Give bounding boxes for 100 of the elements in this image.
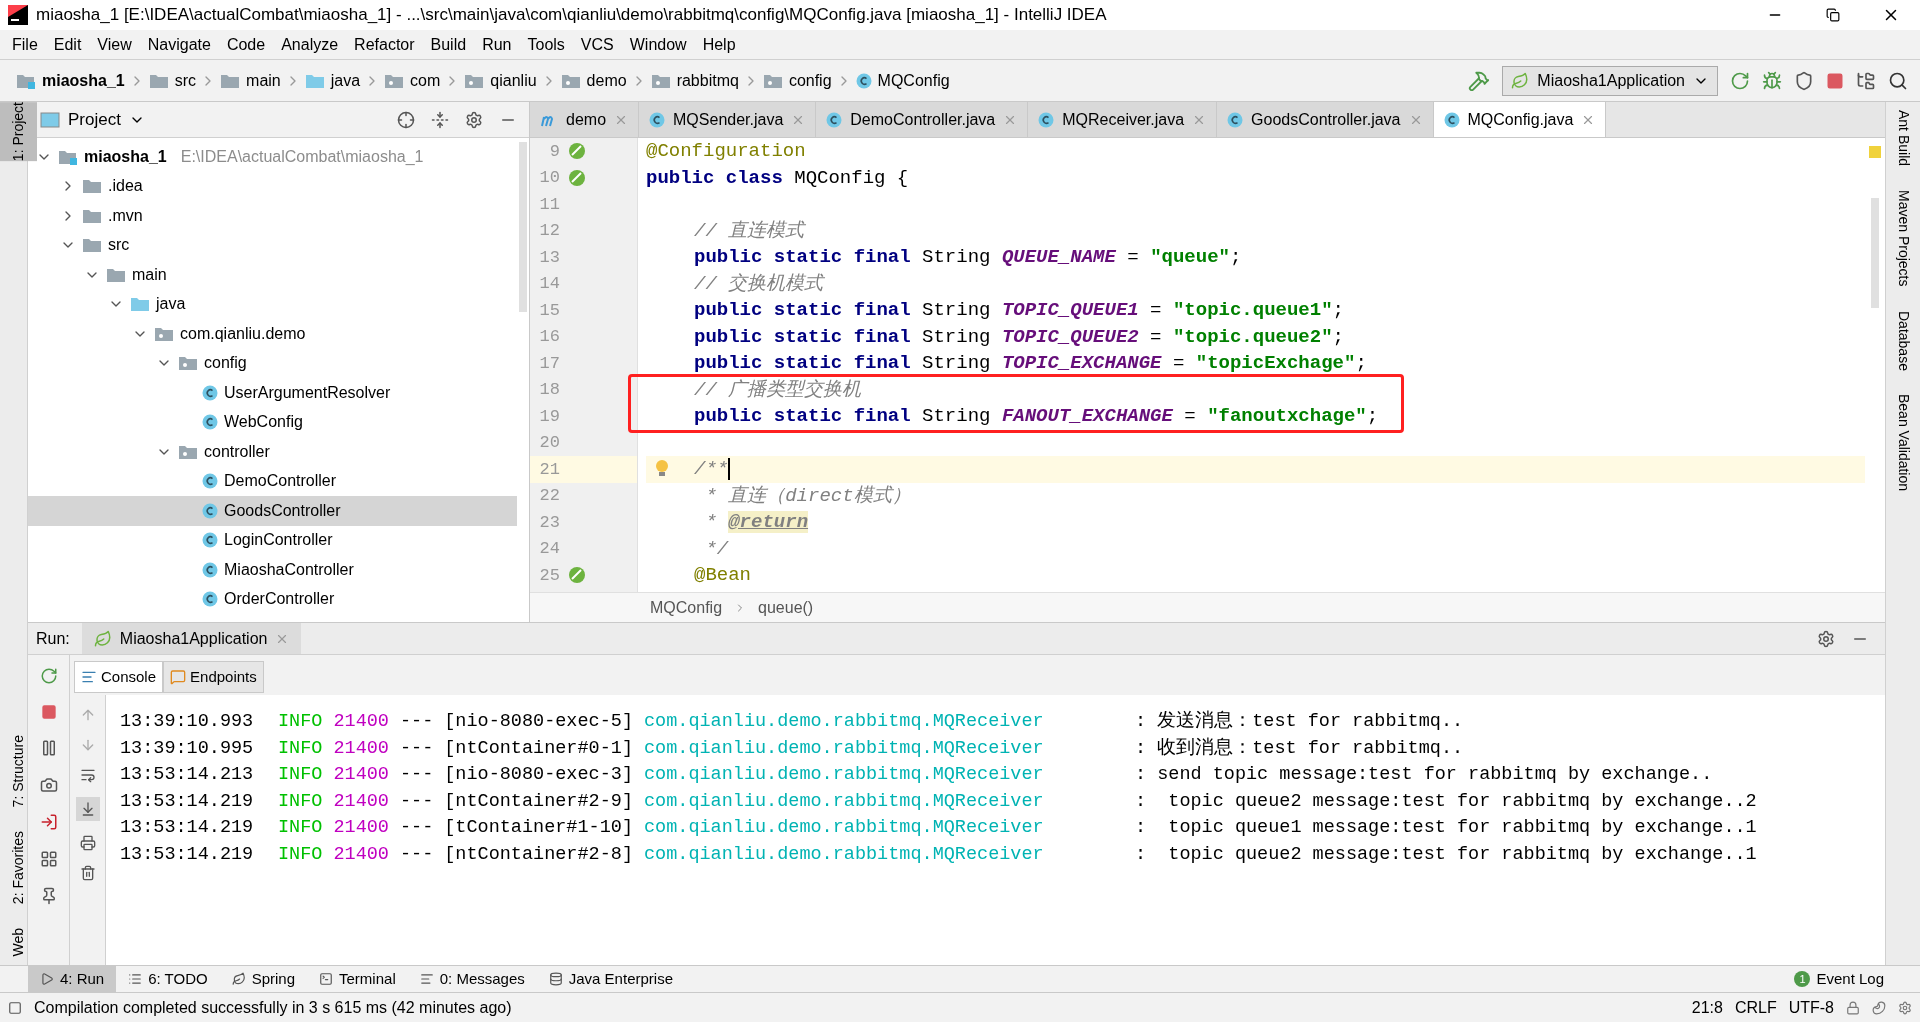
caret-position[interactable]: 21:8 xyxy=(1691,995,1723,1020)
tree-item[interactable]: LoginController xyxy=(28,525,517,555)
warning-marker[interactable] xyxy=(1869,146,1881,158)
settings-icon[interactable] xyxy=(1817,629,1835,648)
menu-item[interactable]: Run xyxy=(474,32,520,57)
breadcrumb-item[interactable]: qianliu xyxy=(460,68,541,93)
tool-window-tab[interactable]: Ant Build xyxy=(1884,110,1920,167)
tool-window-tab[interactable]: Web xyxy=(0,928,27,957)
tool-window-tab[interactable]: 7: Structure xyxy=(0,734,27,808)
print-icon[interactable] xyxy=(79,835,96,851)
menu-item[interactable]: Window xyxy=(621,32,695,57)
restore-icon[interactable] xyxy=(1826,8,1840,22)
tool-window-button[interactable]: 4: Run xyxy=(28,966,117,992)
menu-item[interactable]: Refactor xyxy=(346,32,423,57)
project-structure-icon[interactable] xyxy=(1856,70,1876,91)
line-separator[interactable]: CRLF xyxy=(1734,995,1777,1020)
scrollbar[interactable] xyxy=(519,142,527,312)
console-tab[interactable]: Endpoints xyxy=(163,661,264,693)
tree-item[interactable]: config xyxy=(28,348,517,378)
tree-item[interactable]: DemoController xyxy=(28,466,517,496)
layout-icon[interactable] xyxy=(39,850,58,868)
soft-wrap-icon[interactable] xyxy=(79,767,96,783)
menu-item[interactable]: VCS xyxy=(572,32,622,57)
tree-item[interactable]: WebConfig xyxy=(28,407,517,437)
tree-item[interactable]: java xyxy=(28,289,517,319)
exit-icon[interactable] xyxy=(39,813,58,831)
tool-window-button[interactable]: Terminal xyxy=(307,966,408,992)
editor-tab[interactable]: GoodsController.java xyxy=(1217,102,1434,137)
lock-icon[interactable] xyxy=(1846,1000,1860,1015)
search-icon[interactable] xyxy=(1888,70,1908,91)
menu-item[interactable]: Build xyxy=(422,32,475,57)
project-view-dropdown[interactable]: Project xyxy=(68,106,145,133)
breadcrumb-item[interactable]: MQConfig xyxy=(851,68,954,93)
settings-icon[interactable] xyxy=(465,110,483,129)
menu-item[interactable]: Navigate xyxy=(139,32,219,57)
tool-window-tab[interactable]: Maven Projects xyxy=(1884,190,1920,287)
run-tab[interactable]: Miaosha1Application xyxy=(81,623,302,654)
code-breadcrumb[interactable]: MQConfig xyxy=(650,595,723,620)
menu-item[interactable]: View xyxy=(89,32,140,57)
breadcrumb-item[interactable]: config xyxy=(758,68,836,93)
collapse-all-icon[interactable] xyxy=(431,110,449,129)
tree-item[interactable]: com.qianliu.demo xyxy=(28,319,517,349)
breadcrumb-item[interactable]: rabbitmq xyxy=(646,68,743,93)
tree-item[interactable]: .mvn xyxy=(28,201,517,231)
tree-item[interactable]: OrderController xyxy=(28,584,517,614)
tool-window-button[interactable]: Spring xyxy=(219,966,308,992)
menu-item[interactable]: Help xyxy=(694,32,744,57)
tree-item[interactable]: MiaoshaController xyxy=(28,555,517,585)
menu-item[interactable]: Analyze xyxy=(273,32,347,57)
breadcrumb-item[interactable]: java xyxy=(300,68,365,93)
tool-window-button[interactable]: Java Enterprise xyxy=(536,966,685,992)
tool-window-tab[interactable]: 2: Favorites xyxy=(0,831,27,905)
tool-window-button[interactable]: 0: Messages xyxy=(407,966,537,992)
rerun-icon[interactable] xyxy=(1730,70,1750,91)
build-hammer-icon[interactable] xyxy=(1468,69,1491,92)
breadcrumb-item[interactable]: com xyxy=(380,68,445,93)
rerun-icon[interactable] xyxy=(39,667,58,685)
lightbulb-icon[interactable] xyxy=(654,458,670,478)
editor-tab[interactable]: DemoController.java xyxy=(816,102,1029,137)
tree-item[interactable]: main xyxy=(28,260,517,290)
breadcrumb-item[interactable]: main xyxy=(216,68,285,93)
tree-item[interactable]: .idea xyxy=(28,171,517,201)
menu-item[interactable]: Edit xyxy=(45,32,90,57)
stop-icon[interactable] xyxy=(1826,71,1844,90)
coverage-icon[interactable] xyxy=(1794,70,1814,91)
run-config-dropdown[interactable]: Miaosha1Application xyxy=(1502,65,1718,96)
tree-item[interactable]: controller xyxy=(28,437,517,467)
tree-item[interactable]: src xyxy=(28,230,517,260)
bean-gutter-icon[interactable] xyxy=(568,168,586,187)
scroll-to-end-button[interactable] xyxy=(75,797,100,821)
bean-gutter-icon[interactable] xyxy=(568,566,586,585)
console-tab[interactable]: Console xyxy=(74,661,164,693)
tool-windows-icon[interactable] xyxy=(8,1000,22,1015)
scrollbar[interactable] xyxy=(1871,198,1879,308)
breadcrumb-item[interactable]: src xyxy=(144,68,201,93)
debug-bug-icon[interactable] xyxy=(1762,70,1782,91)
tool-window-tab[interactable]: Database xyxy=(1884,310,1920,371)
settings-icon[interactable] xyxy=(1898,1000,1912,1015)
camera-icon[interactable] xyxy=(39,776,58,794)
editor-tab[interactable]: MQConfig.java xyxy=(1433,102,1607,137)
stop-icon[interactable] xyxy=(40,704,57,720)
tool-window-tab[interactable]: Bean Validation xyxy=(1884,394,1920,492)
event-log-button[interactable]: 1 Event Log xyxy=(1794,967,1892,991)
editor-tab[interactable]: MQSender.java xyxy=(639,102,817,137)
locate-icon[interactable] xyxy=(397,110,415,129)
tool-window-tab[interactable]: 1: Project xyxy=(0,102,37,162)
inspector-icon[interactable] xyxy=(1872,1000,1886,1015)
breadcrumb-item[interactable]: demo xyxy=(556,68,631,93)
menu-item[interactable]: File xyxy=(4,32,46,57)
tree-item[interactable]: UserArgumentResolver xyxy=(28,378,517,408)
tool-window-button[interactable]: 6: TODO xyxy=(116,966,220,992)
code-breadcrumb[interactable]: queue() xyxy=(758,595,814,620)
file-encoding[interactable]: UTF-8 xyxy=(1788,995,1834,1020)
menu-item[interactable]: Tools xyxy=(519,32,573,57)
editor-tab[interactable]: demo xyxy=(530,102,640,137)
tree-item[interactable]: GoodsController xyxy=(28,496,517,526)
bean-gutter-icon[interactable] xyxy=(568,142,586,161)
editor-tab[interactable]: MQReceiver.java xyxy=(1028,102,1218,137)
trash-icon[interactable] xyxy=(79,865,96,881)
breadcrumb-item[interactable]: miaosha_1 xyxy=(12,68,129,93)
